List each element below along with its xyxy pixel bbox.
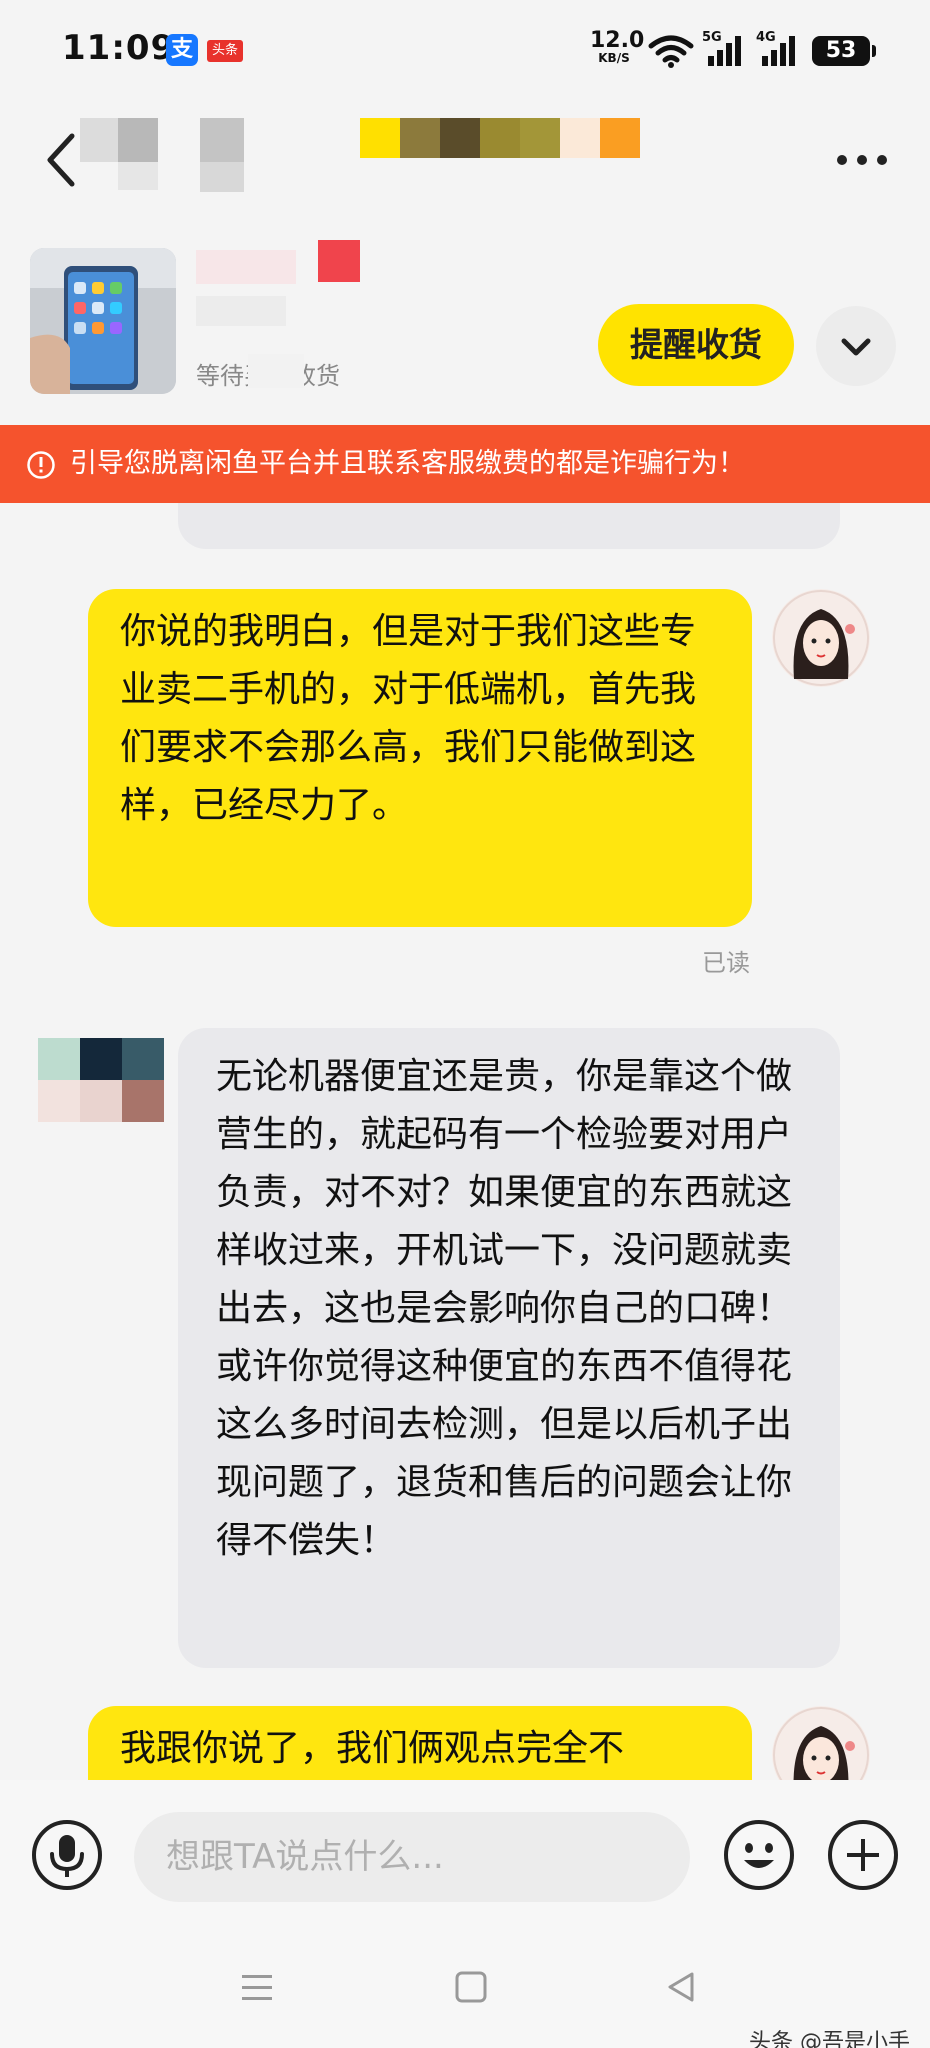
alipay-icon: 支 — [166, 34, 198, 66]
previous-message-bubble — [178, 503, 840, 549]
more-icon[interactable] — [832, 140, 892, 180]
warning-icon — [27, 451, 55, 479]
chat-area[interactable]: 你说的我明白，但是对于我们这些专业卖二手机的，对于低端机，首先我们要求不会那么高… — [0, 503, 930, 1780]
fraud-warning-banner: 引导您脱离闲鱼平台并且联系客服缴费的都是诈骗行为！ — [0, 425, 930, 503]
message-bubble-contact[interactable]: 无论机器便宜还是贵，你是靠这个做营生的，就起码有一个检验要对用户负责，对不对？如… — [178, 1028, 840, 1668]
read-status: 已读 — [702, 949, 750, 977]
self-avatar[interactable] — [772, 589, 870, 687]
mic-icon[interactable] — [30, 1818, 104, 1892]
message-bubble-self[interactable]: 我跟你说了，我们俩观点完全不 — [88, 1706, 752, 1780]
menu-icon[interactable] — [240, 1972, 274, 2002]
contact-name-redacted — [80, 118, 680, 198]
chevron-down-icon — [841, 338, 871, 356]
network-speed: 12.0 KB/S — [590, 28, 645, 65]
self-avatar[interactable] — [772, 1706, 870, 1780]
message-input[interactable] — [134, 1812, 690, 1902]
status-time: 11:09 — [62, 28, 176, 68]
watermark: 头条 @吾是小手 — [749, 2030, 910, 2048]
plus-icon[interactable] — [826, 1818, 900, 1892]
remind-receipt-button[interactable]: 提醒收货 — [598, 304, 794, 386]
emoji-icon[interactable] — [722, 1818, 796, 1892]
wifi-icon — [648, 35, 694, 68]
back-icon[interactable] — [40, 130, 84, 190]
contact-avatar[interactable] — [38, 1038, 164, 1122]
message-bubble-self[interactable]: 你说的我明白，但是对于我们这些专业卖二手机的，对于低端机，首先我们要求不会那么高… — [88, 589, 752, 927]
home-icon[interactable] — [454, 1970, 488, 2004]
battery-icon: 53 — [812, 36, 876, 66]
expand-button[interactable] — [816, 306, 896, 386]
toutiao-badge: 头条 — [207, 40, 244, 62]
net-speed-value: 12.0 — [590, 28, 645, 53]
net-speed-unit: KB/S — [598, 51, 630, 65]
product-title-redacted — [196, 240, 376, 336]
back-triangle-icon[interactable] — [664, 1970, 698, 2004]
product-thumbnail[interactable] — [30, 248, 176, 394]
order-status-redaction — [248, 354, 304, 388]
